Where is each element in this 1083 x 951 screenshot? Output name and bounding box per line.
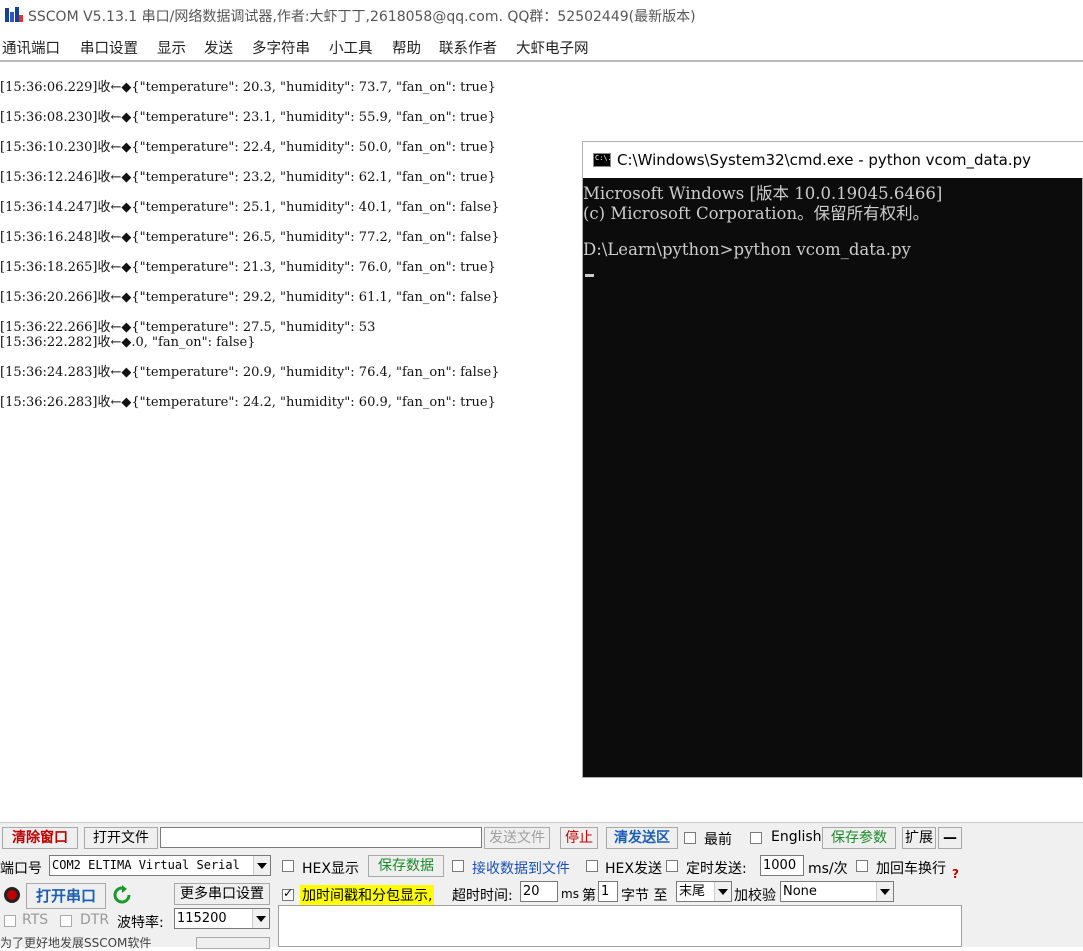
cmd-title-bar[interactable]: C:\. C:\Windows\System32\cmd.exe - pytho… — [583, 142, 1083, 178]
baud-select[interactable]: 115200 — [174, 908, 270, 929]
title-bar: SSCOM V5.13.1 串口/网络数据调试器,作者:大虾丁丁,2618058… — [0, 0, 1083, 30]
panel-spacer — [964, 905, 1083, 947]
timed-send-label: 定时发送: — [686, 861, 747, 877]
file-path-input[interactable] — [160, 827, 482, 848]
log-line: [15:36:18.265]收←◆{"temperature": 21.3, "… — [0, 260, 496, 275]
log-line: [15:36:26.283]收←◆{"temperature": 24.2, "… — [0, 395, 496, 410]
chevron-down-icon — [253, 856, 270, 875]
chevron-down-icon — [714, 882, 731, 901]
log-line: [15:36:16.248]收←◆{"temperature": 26.5, "… — [0, 230, 500, 245]
footer-button[interactable] — [196, 937, 270, 949]
checksum-select[interactable]: None — [780, 881, 894, 902]
menu-contact-author[interactable]: 联系作者 — [439, 37, 497, 58]
dtr-checkbox[interactable] — [60, 915, 72, 927]
byte-end-select[interactable]: 末尾 — [676, 881, 732, 902]
rts-checkbox[interactable] — [4, 915, 16, 927]
log-line: [15:36:20.266]收←◆{"temperature": 29.2, "… — [0, 290, 500, 305]
log-line: [15:36:08.230]收←◆{"temperature": 23.1, "… — [0, 110, 496, 125]
english-checkbox[interactable] — [750, 832, 762, 844]
clear-send-button[interactable]: 清发送区 — [606, 827, 678, 849]
timestamp-split-checkbox[interactable]: ✓ — [282, 886, 294, 901]
cmd-window[interactable]: C:\. C:\Windows\System32\cmd.exe - pytho… — [582, 141, 1083, 778]
hex-display-label: HEX显示 — [302, 861, 359, 877]
save-data-button[interactable]: 保存数据 — [368, 855, 444, 877]
menu-comm-port[interactable]: 通讯端口 — [2, 37, 60, 58]
window-title: SSCOM V5.13.1 串口/网络数据调试器,作者:大虾丁丁,2618058… — [28, 9, 696, 25]
topmost-checkbox[interactable] — [684, 832, 696, 844]
byte-prefix-label: 第 — [582, 888, 596, 904]
more-serial-settings-button[interactable]: 更多串口设置 — [174, 883, 270, 905]
collapse-button[interactable]: — — [938, 827, 962, 849]
refresh-icon[interactable] — [112, 885, 132, 905]
chevron-down-icon — [252, 909, 269, 928]
timeout-input[interactable]: 20 — [520, 881, 558, 902]
send-file-button[interactable]: 发送文件 — [484, 827, 550, 849]
cmd-line: (c) Microsoft Corporation。保留所有权利。 — [583, 204, 930, 223]
menu-bar: 通讯端口 串口设置 显示 发送 多字符串 小工具 帮助 联系作者 大虾电子网 — [0, 32, 1083, 62]
dtr-label: DTR — [80, 912, 110, 928]
topmost-label: 最前 — [704, 832, 732, 848]
footer-text: 为了更好地发展SSCOM软件 — [0, 936, 152, 950]
menu-tools[interactable]: 小工具 — [329, 37, 373, 58]
cmd-icon: C:\. — [593, 153, 612, 167]
recv-to-file-checkbox[interactable] — [452, 860, 464, 872]
cmd-title: C:\Windows\System32\cmd.exe - python vco… — [617, 151, 1031, 169]
english-label: English — [771, 829, 822, 845]
menu-display[interactable]: 显示 — [157, 37, 186, 58]
log-line: [15:36:10.230]收←◆{"temperature": 22.4, "… — [0, 140, 496, 155]
open-file-button[interactable]: 打开文件 — [84, 827, 158, 849]
timed-send-checkbox[interactable] — [666, 860, 678, 872]
send-textarea[interactable] — [278, 905, 962, 947]
log-line: [15:36:22.282]收←◆.0, "fan_on": false} — [0, 335, 256, 350]
log-line: [15:36:14.247]收←◆{"temperature": 25.1, "… — [0, 200, 500, 215]
add-crlf-label: 加回车换行 — [876, 861, 946, 877]
log-line: [15:36:06.229]收←◆{"temperature": 20.3, "… — [0, 80, 496, 95]
timed-interval-input[interactable]: 1000 — [760, 855, 804, 876]
menu-multi-string[interactable]: 多字符串 — [252, 37, 310, 58]
hex-display-checkbox[interactable] — [282, 860, 294, 872]
byte-start-input[interactable]: 1 — [598, 881, 618, 902]
hex-send-checkbox[interactable] — [586, 860, 598, 872]
port-label: 端口号 — [0, 861, 42, 877]
chevron-down-icon — [876, 882, 893, 901]
expand-button[interactable]: 扩展 — [902, 827, 936, 849]
menu-send[interactable]: 发送 — [204, 37, 233, 58]
recv-to-file-label: 接收数据到文件 — [472, 861, 570, 877]
byte-mid-label: 字节 至 — [621, 888, 668, 904]
stop-button[interactable]: 停止 — [560, 827, 598, 849]
hex-send-label: HEX发送 — [605, 861, 662, 877]
help-question-icon[interactable]: ? — [952, 867, 959, 881]
baud-label: 波特率: — [117, 915, 164, 931]
interval-unit-label: ms/次 — [808, 861, 848, 877]
log-line: [15:36:24.283]收←◆{"temperature": 20.9, "… — [0, 365, 500, 380]
menu-serial-settings[interactable]: 串口设置 — [80, 37, 138, 58]
sscom-logo-icon — [5, 7, 23, 22]
add-crlf-checkbox[interactable] — [856, 860, 868, 872]
clear-window-button[interactable]: 清除窗口 — [2, 827, 78, 849]
menu-help[interactable]: 帮助 — [392, 37, 421, 58]
cmd-console[interactable]: Microsoft Windows [版本 10.0.19045.6466] (… — [583, 178, 1082, 777]
open-port-button[interactable]: 打开串口 — [26, 883, 106, 909]
control-panel: 清除窗口 打开文件 发送文件 停止 清发送区 最前 English 保存参数 扩… — [0, 822, 1083, 950]
checksum-label: 加校验 — [734, 888, 776, 904]
cmd-cursor — [585, 274, 594, 277]
port-select[interactable]: COM2 ELTIMA Virtual Serial — [49, 855, 271, 876]
timeout-unit-label: ms — [561, 887, 579, 901]
save-params-button[interactable]: 保存参数 — [822, 827, 896, 849]
timestamp-split-label: 加时间戳和分包显示, — [300, 885, 435, 905]
menu-daxia-site[interactable]: 大虾电子网 — [516, 37, 589, 58]
timeout-label: 超时时间: — [452, 888, 513, 904]
cmd-line: D:\Learn\python>python vcom_data.py — [583, 240, 911, 259]
port-status-light-icon — [4, 887, 20, 903]
log-line: [15:36:12.246]收←◆{"temperature": 23.2, "… — [0, 170, 496, 185]
rts-label: RTS — [22, 912, 49, 928]
